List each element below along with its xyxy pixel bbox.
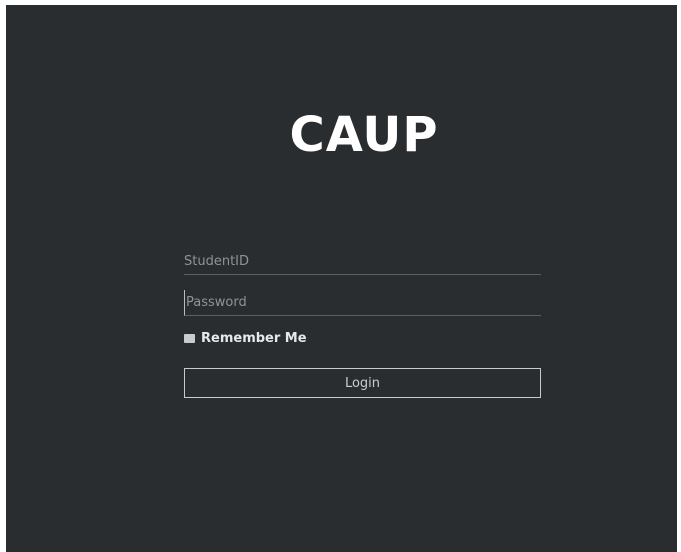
login-button[interactable]: Login [184, 368, 541, 398]
remember-me-option[interactable]: Remember Me [184, 331, 307, 346]
app-logo: CAUP [289, 107, 439, 163]
remember-me-label: Remember Me [201, 331, 307, 346]
password-input[interactable] [184, 290, 541, 316]
remember-me-checkbox[interactable] [184, 334, 195, 343]
login-screen: CAUP Remember Me Login [6, 5, 677, 552]
student-id-input[interactable] [184, 249, 541, 275]
